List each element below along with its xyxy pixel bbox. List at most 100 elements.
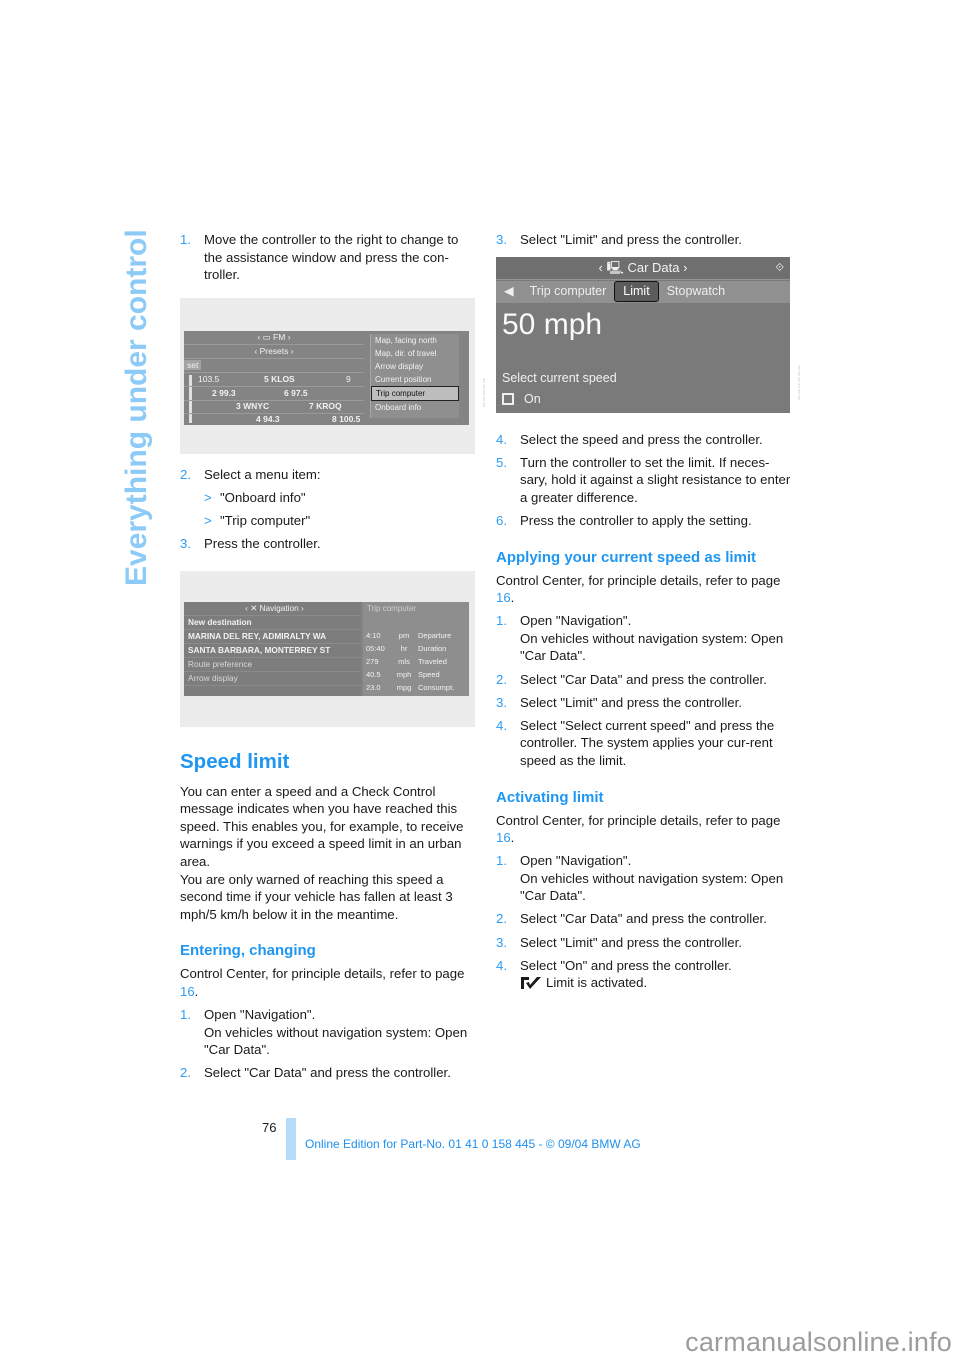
step-3: 3. Select "Limit" and press the controll… <box>496 934 794 952</box>
step-text: Select "Select current speed" and press … <box>520 717 775 768</box>
step-number: 4. <box>496 717 507 733</box>
page-link[interactable]: 16 <box>496 590 511 605</box>
nav-menu-item[interactable]: Route preference <box>184 658 361 672</box>
step-text: Select "Limit" and press the controller. <box>520 232 742 247</box>
trip-row: 279 mls Traveled <box>363 655 469 668</box>
page-link[interactable]: 16 <box>496 830 511 845</box>
speed-limit-value[interactable]: 50 mph <box>502 307 602 343</box>
step-text: Open "Navigation". On vehicles without na… <box>520 612 794 665</box>
station-name: 8 100.5 <box>332 413 360 425</box>
bullet-marker-icon: > <box>204 512 212 528</box>
menu-item[interactable]: Current position <box>371 373 459 386</box>
radio-screen-figure: ‹ ▭ FM › ‹ Presets › set 103.5 5 KLOS 9 … <box>180 297 475 454</box>
step-2: 2. Select "Car Data" and press the contr… <box>496 671 794 689</box>
station-name: 3 WNYC <box>236 400 269 413</box>
step-number: 1. <box>180 1007 191 1023</box>
step-number: 2. <box>180 466 191 482</box>
menu-item[interactable]: Map, facing north <box>371 334 459 347</box>
subheading-activating-limit: Activating limit <box>496 788 604 806</box>
limit-on-checkbox[interactable]: On <box>502 391 541 409</box>
trip-value: 23.0 <box>366 682 381 692</box>
trip-value: 40.5 <box>366 669 381 679</box>
menu-item[interactable]: Arrow display <box>371 360 459 373</box>
nav-menu-item[interactable]: SANTA BARBARA, MONTERREY ST <box>184 644 361 658</box>
set-row: set <box>184 359 364 373</box>
step-number: 2. <box>180 1065 191 1081</box>
station-row: 2 99.3 6 97.5 <box>184 387 364 401</box>
step-6: 6. Press the controller to apply the set… <box>496 512 794 530</box>
car-data-header: ‹ 🖳 Car Data › ⟐ <box>496 256 790 280</box>
trip-label: Speed <box>418 669 440 679</box>
subheading-applying-current-speed: Applying your current speed as limit <box>496 548 757 566</box>
menu-item[interactable]: Onboard info <box>371 401 459 414</box>
step-text: Open "Navigation". On vehicles without na… <box>204 1006 478 1059</box>
preset-num: 5 <box>264 373 269 384</box>
checkbox-icon[interactable] <box>502 393 514 406</box>
bullet-item: > "Onboard info" <box>204 489 478 507</box>
trip-value: 05:40 <box>366 643 385 653</box>
step-2: 2. Select "Car Data" and press the contr… <box>496 910 794 928</box>
set-label: set <box>184 359 202 370</box>
step-line: Open "Navigation". <box>520 613 632 629</box>
navigation-screen-figure: ‹ ✕ Navigation › New destination MARINA … <box>180 570 475 727</box>
preset-name: 94.3 <box>263 413 280 424</box>
step-1: 1. Open "Navigation". On vehicles without… <box>496 612 794 665</box>
step-1: 1. Open "Navigation". On vehicles without… <box>496 852 794 905</box>
bullet-text: "Trip computer" <box>220 512 311 528</box>
assistance-menu: Map, facing north Map, dir. of travel Ar… <box>370 333 459 418</box>
image-reference-code: ▯▯▯▯▯▯ <box>796 365 802 401</box>
navigation-screen: ‹ ✕ Navigation › New destination MARINA … <box>184 601 469 696</box>
step-4: 4. Select the speed and press the contro… <box>496 431 794 449</box>
paragraph: Control Center, for principle details, r… <box>496 572 781 606</box>
navigation-panel: ‹ ✕ Navigation › New destination MARINA … <box>184 601 361 696</box>
menu-item[interactable]: Map, dir. of travel <box>371 347 459 360</box>
step-4: 4. Select "On" and press the controller. <box>496 957 794 975</box>
trip-row: 4:10 pm Departure <box>363 629 469 642</box>
preset-name: 97.5 <box>291 387 308 398</box>
section-heading-speed-limit: Speed limit <box>180 749 290 773</box>
step-text: Press the controller. <box>204 536 321 552</box>
result-line: Limit is activated. <box>520 974 794 992</box>
station-row: 3 WNYC 7 KROQ <box>184 400 364 414</box>
step-3: 3. Select "Limit" and press the controll… <box>496 694 794 712</box>
trip-unit: mls <box>398 656 410 666</box>
check-control-icon <box>521 977 541 990</box>
nav-menu-item[interactable]: MARINA DEL REY, ADMIRALTY WA <box>184 630 361 644</box>
station-name: 6 97.5 <box>284 387 308 400</box>
step-1: 1. Open "Navigation". On vehicles without… <box>180 1006 478 1059</box>
trip-row: 40.5 mph Speed <box>363 668 469 681</box>
step-number: 1. <box>180 232 191 247</box>
edition-footer: Online Edition for Part-No. 01 41 0 158 … <box>305 1137 641 1151</box>
page-link[interactable]: 16 <box>180 984 195 999</box>
bullet-marker-icon: > <box>204 489 212 505</box>
nav-menu-item[interactable]: New destination <box>184 616 361 630</box>
result-text: Limit is activated. <box>546 975 648 991</box>
chapter-side-title-text: Everything under control <box>120 229 153 586</box>
subheading-entering-changing: Entering, changing <box>180 942 316 960</box>
step-text: Select "Car Data" and press the controll… <box>520 671 767 687</box>
menu-item-selected[interactable]: Trip computer <box>371 385 459 401</box>
step-line: On vehicles without navigation system: O… <box>520 630 784 664</box>
watermark: carmanualsonline.info <box>685 1327 952 1357</box>
step-number: 3. <box>496 232 507 247</box>
bullet-item: > "Trip computer" <box>204 512 478 530</box>
step-4: 4. Select "Select current speed" and pre… <box>496 717 794 770</box>
checkbox-label: On <box>524 391 541 406</box>
station-freq: 103.5 <box>198 373 220 384</box>
select-current-speed-option[interactable]: Select current speed <box>502 370 617 388</box>
preset-num: 8 <box>332 413 337 424</box>
tab-limit[interactable]: Limit <box>614 280 659 303</box>
controller-icon: ⟐ <box>775 261 784 274</box>
trip-value: 279 <box>366 656 379 666</box>
tab-stopwatch[interactable]: Stopwatch <box>659 283 733 301</box>
preset-num: 2 <box>212 387 217 398</box>
nav-menu-item[interactable]: Arrow display <box>184 672 361 686</box>
preset-name: KROQ <box>316 400 342 411</box>
step-text: Turn the controller to set the limit. If… <box>520 454 791 505</box>
step-text: Select "Limit" and press the controller. <box>520 934 742 950</box>
tab-trip-computer[interactable]: Trip computer <box>522 283 615 301</box>
tab-scroll-left-icon[interactable]: ◀ <box>496 283 522 301</box>
navigation-title: Navigation <box>259 602 299 613</box>
preset-num: 3 <box>236 400 241 411</box>
step-number: 6. <box>496 512 507 528</box>
